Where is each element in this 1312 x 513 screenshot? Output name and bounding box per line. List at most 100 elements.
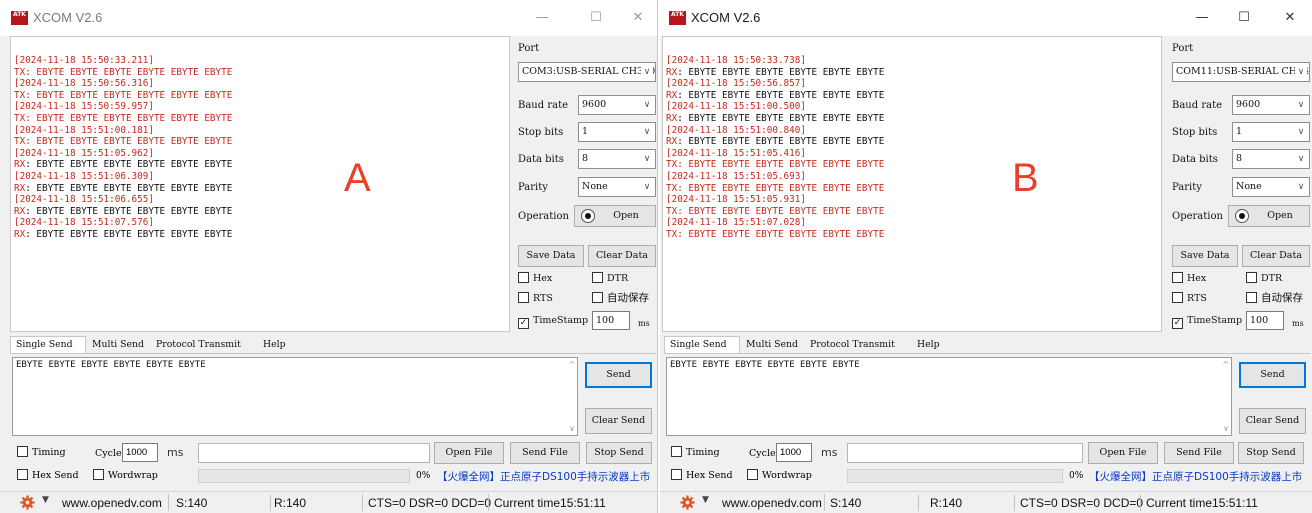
promo-link[interactable]: 【火爆全网】正点原子DS100手持示波器上市 bbox=[437, 469, 650, 484]
tab-single-send[interactable]: Single Send bbox=[664, 336, 740, 354]
dropdown-caret-icon[interactable]: ▼ bbox=[42, 495, 49, 505]
tab-help[interactable]: Help bbox=[911, 336, 946, 354]
rts-checkbox[interactable]: RTS bbox=[518, 292, 553, 305]
scroll-up-icon[interactable]: ^ bbox=[568, 360, 575, 369]
baud-select[interactable]: 9600 ∨ bbox=[1232, 95, 1310, 115]
annotation-letter-b: B bbox=[1012, 156, 1039, 200]
send-file-button[interactable]: Send File bbox=[510, 442, 580, 464]
receive-area[interactable]: [2024-11-18 15:50:33.211] TX: EBYTE EBYT… bbox=[10, 36, 510, 332]
dtr-checkbox[interactable]: DTR bbox=[1246, 272, 1282, 285]
log-line: TX: EBYTE EBYTE EBYTE EBYTE EBYTE EBYTE bbox=[666, 205, 885, 217]
dropdown-caret-icon[interactable]: ▼ bbox=[702, 495, 709, 505]
hex-send-checkbox[interactable]: Hex Send bbox=[17, 469, 79, 482]
log-line: TX: EBYTE EBYTE EBYTE EBYTE EBYTE EBYTE bbox=[666, 228, 885, 240]
file-path-field[interactable] bbox=[847, 443, 1083, 463]
title-bar[interactable]: ATK XCOM V2.6 — ☐ ✕ bbox=[0, 0, 657, 36]
clear-data-button[interactable]: Clear Data bbox=[588, 245, 656, 267]
cycle-input[interactable]: 1000 bbox=[776, 443, 812, 462]
clear-send-button[interactable]: Clear Send bbox=[585, 408, 652, 434]
status-bar: ▼ www.openedv.com S:140 R:140 CTS=0 DSR=… bbox=[0, 491, 657, 513]
rts-checkbox[interactable]: RTS bbox=[1172, 292, 1207, 305]
maximize-button[interactable]: ☐ bbox=[580, 4, 612, 32]
scroll-down-icon[interactable]: ∨ bbox=[569, 424, 575, 433]
log-line: TX: EBYTE EBYTE EBYTE EBYTE EBYTE EBYTE bbox=[666, 159, 885, 171]
scroll-up-icon[interactable]: ^ bbox=[1222, 360, 1229, 369]
autosave-checkbox[interactable]: 自动保存 bbox=[592, 292, 649, 305]
tab-protocol-transmit[interactable]: Protocol Transmit bbox=[804, 336, 901, 354]
hex-checkbox[interactable]: Hex bbox=[1172, 272, 1206, 285]
annotation-letter-a: A bbox=[344, 156, 371, 200]
parity-select[interactable]: None ∨ bbox=[1232, 177, 1310, 197]
wordwrap-checkbox[interactable]: Wordwrap bbox=[93, 469, 158, 482]
chevron-down-icon: ∨ bbox=[641, 96, 653, 114]
send-button[interactable]: Send bbox=[585, 362, 652, 388]
timing-checkbox[interactable]: Timing bbox=[17, 446, 66, 459]
tab-multi-send[interactable]: Multi Send bbox=[86, 336, 150, 354]
baud-select[interactable]: 9600 ∨ bbox=[578, 95, 656, 115]
scroll-down-icon[interactable]: ∨ bbox=[1223, 424, 1229, 433]
stop-bits-select[interactable]: 1 ∨ bbox=[578, 122, 656, 142]
port-label: Port bbox=[1172, 43, 1194, 54]
stop-bits-select[interactable]: 1 ∨ bbox=[1232, 122, 1310, 142]
save-data-button[interactable]: Save Data bbox=[1172, 245, 1238, 267]
open-file-button[interactable]: Open File bbox=[1088, 442, 1158, 464]
clear-send-button[interactable]: Clear Send bbox=[1239, 408, 1306, 434]
timestamp-interval-input[interactable]: 100 bbox=[1246, 311, 1284, 330]
open-file-button[interactable]: Open File bbox=[434, 442, 504, 464]
log-line-ts: [2024-11-18 15:51:06.655] bbox=[14, 194, 154, 206]
send-file-button[interactable]: Send File bbox=[1164, 442, 1234, 464]
close-button[interactable]: ✕ bbox=[1274, 4, 1306, 32]
app-logo-icon: ATK bbox=[669, 11, 686, 25]
minimize-button[interactable]: — bbox=[1186, 4, 1218, 32]
file-path-field[interactable] bbox=[198, 443, 430, 463]
port-select[interactable]: COM11:USB-SERIAL CH34 ∨ bbox=[1172, 62, 1310, 82]
log-line: TX: EBYTE EBYTE EBYTE EBYTE EBYTE EBYTE bbox=[14, 112, 233, 124]
dtr-checkbox[interactable]: DTR bbox=[592, 272, 628, 285]
port-select[interactable]: COM3:USB-SERIAL CH340 ∨ bbox=[518, 62, 656, 82]
xcom-window-a: ATK XCOM V2.6 — ☐ ✕ [2024-11-18 15:50:33… bbox=[0, 0, 658, 513]
tab-single-send[interactable]: Single Send bbox=[10, 336, 86, 354]
receive-area[interactable]: [2024-11-18 15:50:33.738] RX: EBYTE EBYT… bbox=[662, 36, 1162, 332]
baud-label: Baud rate bbox=[1172, 100, 1223, 111]
data-bits-select[interactable]: 8 ∨ bbox=[1232, 149, 1310, 169]
timestamp-checkbox[interactable]: ✓ TimeStamp bbox=[1172, 314, 1242, 329]
tab-protocol-transmit[interactable]: Protocol Transmit bbox=[150, 336, 247, 354]
check-icon: ✓ bbox=[518, 318, 529, 329]
parity-select[interactable]: None ∨ bbox=[578, 177, 656, 197]
minimize-button[interactable]: — bbox=[526, 4, 558, 32]
stop-send-button[interactable]: Stop Send bbox=[1238, 442, 1304, 464]
send-button[interactable]: Send bbox=[1239, 362, 1306, 388]
send-input[interactable]: EBYTE EBYTE EBYTE EBYTE EBYTE EBYTE ^ ∨ bbox=[12, 357, 578, 436]
separator bbox=[824, 494, 825, 511]
maximize-button[interactable]: ☐ bbox=[1228, 4, 1260, 32]
gear-icon[interactable] bbox=[20, 495, 35, 510]
gear-icon[interactable] bbox=[680, 495, 695, 510]
stop-send-button[interactable]: Stop Send bbox=[586, 442, 652, 464]
timestamp-checkbox[interactable]: ✓ TimeStamp bbox=[518, 314, 588, 329]
data-bits-select[interactable]: 8 ∨ bbox=[578, 149, 656, 169]
log-line: TX: EBYTE EBYTE EBYTE EBYTE EBYTE EBYTE bbox=[666, 182, 885, 194]
log-line-ts: [2024-11-18 15:50:56.316] bbox=[14, 78, 154, 90]
tab-divider bbox=[10, 353, 656, 354]
timestamp-interval-input[interactable]: 100 bbox=[592, 311, 630, 330]
close-button[interactable]: ✕ bbox=[622, 4, 654, 32]
chevron-down-icon: ∨ bbox=[1295, 150, 1307, 168]
open-port-button[interactable]: Open bbox=[1228, 205, 1310, 227]
title-bar[interactable]: ATK XCOM V2.6 — ☐ ✕ bbox=[660, 0, 1312, 36]
send-input[interactable]: EBYTE EBYTE EBYTE EBYTE EBYTE EBYTE ^ ∨ bbox=[666, 357, 1232, 436]
website-link[interactable]: www.openedv.com bbox=[722, 496, 822, 510]
tab-help[interactable]: Help bbox=[257, 336, 292, 354]
timing-checkbox[interactable]: Timing bbox=[671, 446, 720, 459]
hex-checkbox[interactable]: Hex bbox=[518, 272, 552, 285]
autosave-checkbox[interactable]: 自动保存 bbox=[1246, 292, 1303, 305]
open-port-button[interactable]: Open bbox=[574, 205, 656, 227]
log-line-ts: [2024-11-18 15:51:05.416] bbox=[666, 147, 806, 159]
website-link[interactable]: www.openedv.com bbox=[62, 496, 162, 510]
clear-data-button[interactable]: Clear Data bbox=[1242, 245, 1310, 267]
wordwrap-checkbox[interactable]: Wordwrap bbox=[747, 469, 812, 482]
hex-send-checkbox[interactable]: Hex Send bbox=[671, 469, 733, 482]
promo-link[interactable]: 【火爆全网】正点原子DS100手持示波器上市 bbox=[1089, 469, 1302, 484]
tab-multi-send[interactable]: Multi Send bbox=[740, 336, 804, 354]
save-data-button[interactable]: Save Data bbox=[518, 245, 584, 267]
cycle-input[interactable]: 1000 bbox=[122, 443, 158, 462]
